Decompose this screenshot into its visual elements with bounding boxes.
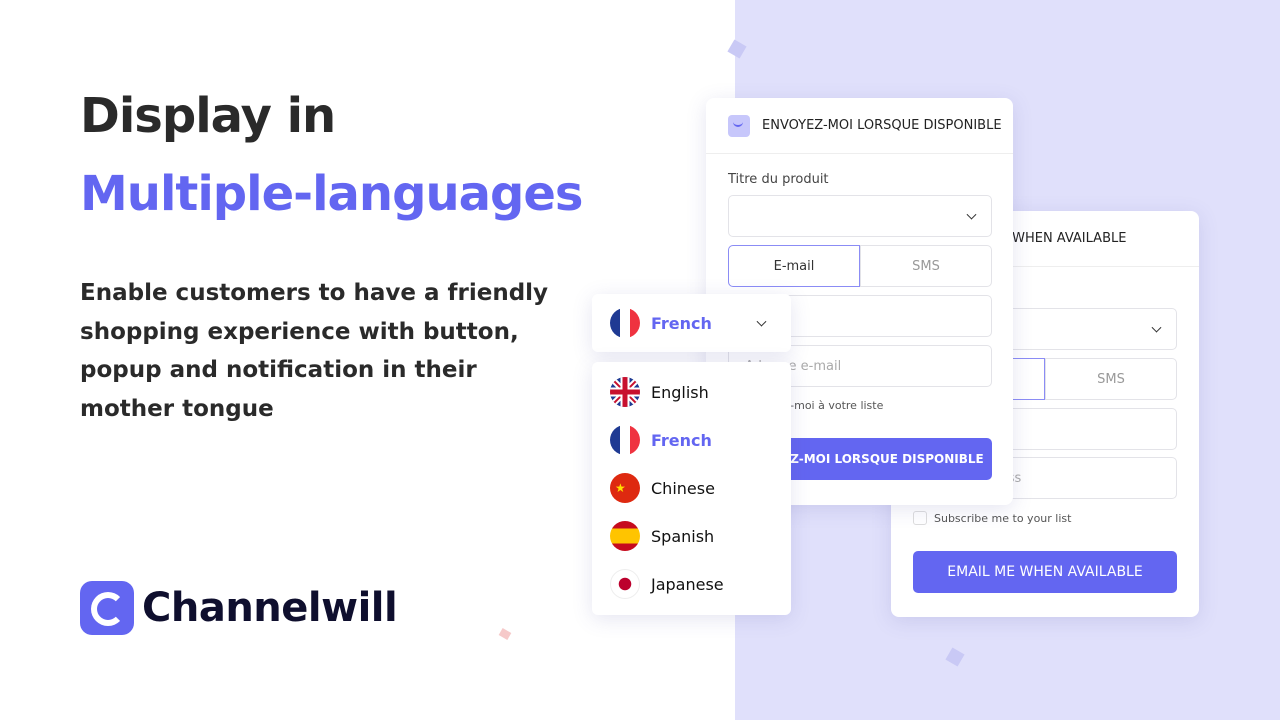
option-label: Japanese — [651, 574, 724, 594]
option-label: Spanish — [651, 526, 715, 546]
selected-language-label: French — [651, 313, 712, 333]
france-flag-icon — [610, 425, 640, 455]
option-label: English — [651, 382, 709, 402]
japan-flag-icon — [610, 569, 640, 599]
channel-tabs: E-mail SMS — [728, 245, 992, 287]
spain-flag-icon — [610, 521, 640, 551]
chevron-down-icon — [966, 209, 977, 220]
tab-email[interactable]: E-mail — [728, 245, 860, 287]
language-option-spanish[interactable]: Spanish — [592, 512, 791, 560]
option-label: French — [651, 430, 712, 450]
card-title: ENVOYEZ-MOI LORSQUE DISPONIBLE — [762, 118, 1002, 133]
email-me-button[interactable]: EMAIL ME WHEN AVAILABLE — [913, 551, 1177, 593]
language-select[interactable]: French — [592, 294, 791, 352]
headline-line2: Multiple-languages — [80, 166, 583, 222]
france-flag-icon — [610, 308, 640, 338]
logo-text: Channelwill — [142, 585, 398, 631]
checkbox-box[interactable] — [913, 511, 927, 525]
uk-flag-icon — [610, 377, 640, 407]
language-option-chinese[interactable]: ★ Chinese — [592, 464, 791, 512]
language-option-english[interactable]: English — [592, 368, 791, 416]
card-header: ENVOYEZ-MOI LORSQUE DISPONIBLE — [706, 98, 1013, 154]
language-dropdown: English French ★ Chinese Spanish Japanes… — [592, 362, 791, 615]
language-option-japanese[interactable]: Japanese — [592, 560, 791, 608]
china-flag-icon: ★ — [610, 473, 640, 503]
logo: Channelwill — [80, 581, 398, 635]
description: Enable customers to have a friendly shop… — [80, 280, 549, 422]
tab-sms[interactable]: SMS — [1045, 358, 1177, 400]
decoration — [498, 628, 512, 640]
tab-sms[interactable]: SMS — [860, 245, 992, 287]
language-option-french[interactable]: French — [592, 416, 791, 464]
chevron-down-icon — [1151, 322, 1162, 333]
logo-icon — [80, 581, 134, 635]
mail-icon — [728, 114, 750, 137]
subscribe-checkbox[interactable]: Subscribe me to your list — [913, 511, 1071, 525]
product-label: Titre du produit — [728, 172, 829, 187]
option-label: Chinese — [651, 478, 715, 498]
headline-line1: Display in — [80, 88, 336, 144]
subscribe-label: Subscribe me to your list — [934, 511, 1072, 525]
product-select[interactable] — [728, 195, 992, 237]
